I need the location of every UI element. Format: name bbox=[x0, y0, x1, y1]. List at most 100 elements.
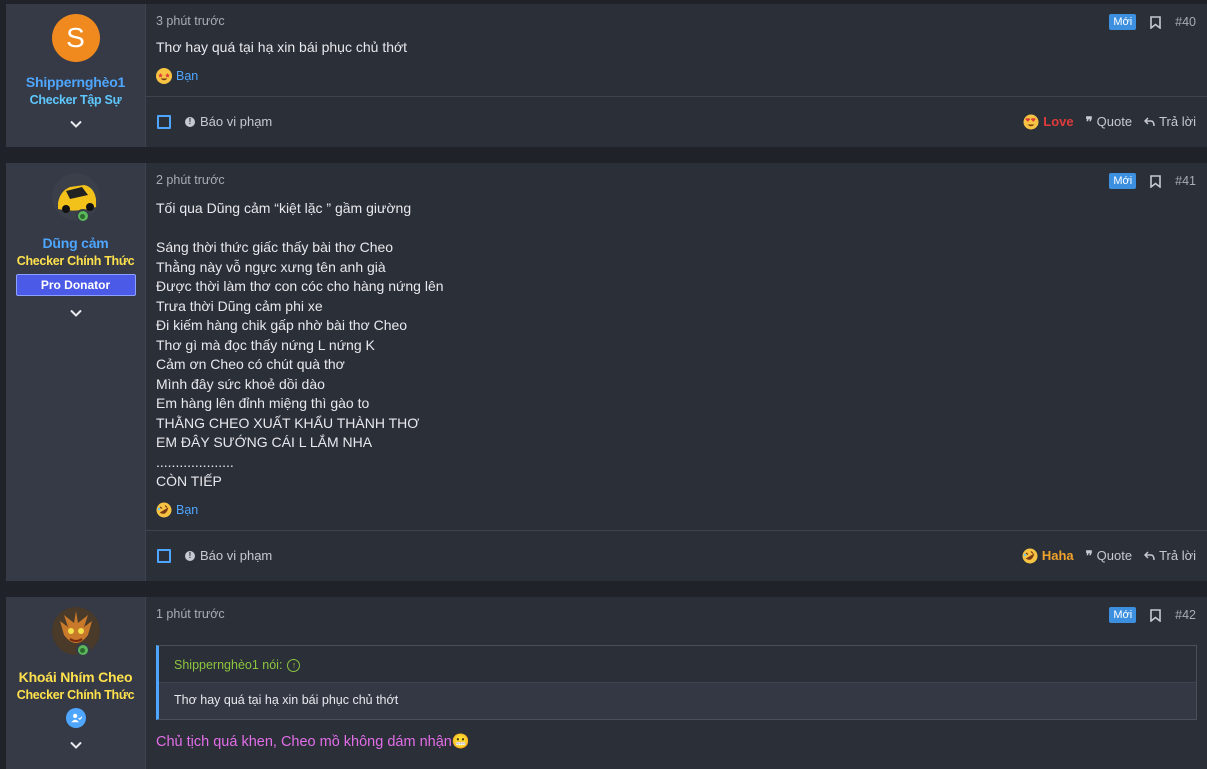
reply-button[interactable]: Trả lời bbox=[1144, 114, 1196, 129]
reply-button[interactable]: Trả lời bbox=[1144, 548, 1196, 563]
post-main: 3 phút trước Mới #40 Thơ hay quá tại hạ … bbox=[146, 4, 1207, 147]
reaction-by[interactable]: Bạn bbox=[176, 503, 198, 517]
body-line: CÒN TIẾP bbox=[156, 473, 222, 489]
user-badge-icon bbox=[65, 708, 86, 728]
avatar-letter: S bbox=[66, 22, 85, 53]
avatar[interactable]: S bbox=[51, 14, 100, 62]
pro-donator-banner: Pro Donator bbox=[15, 274, 136, 296]
post-time[interactable]: 3 phút trước bbox=[156, 14, 225, 28]
avatar[interactable] bbox=[51, 173, 100, 223]
post-footer: ! Báo vi phạm Love ❞ Quote Trả lời bbox=[146, 96, 1207, 146]
select-checkbox[interactable] bbox=[157, 114, 171, 129]
new-badge: Mới bbox=[1109, 14, 1137, 30]
haha-reaction-button[interactable]: Haha bbox=[1022, 548, 1074, 564]
quote-label: Quote bbox=[1096, 114, 1133, 129]
reaction-summary[interactable]: Bạn bbox=[156, 68, 198, 84]
chevron-down-icon[interactable] bbox=[69, 738, 83, 752]
body-line: Cảm ơn Cheo có chút quà thơ bbox=[156, 356, 345, 372]
reply-icon bbox=[1144, 550, 1155, 561]
post-time[interactable]: 2 phút trước bbox=[156, 173, 225, 187]
report-label: Báo vi phạm bbox=[200, 548, 273, 563]
report-link[interactable]: ! Báo vi phạm bbox=[185, 114, 272, 129]
chevron-down-icon[interactable] bbox=[69, 117, 83, 131]
online-status-icon bbox=[75, 643, 90, 657]
post-40: S Shippernghèo1 Checker Tập Sự 3 phút tr… bbox=[6, 4, 1207, 147]
reply-label: Trả lời bbox=[1159, 114, 1196, 129]
love-reaction-button[interactable]: Love bbox=[1023, 114, 1074, 130]
info-icon: ! bbox=[185, 116, 195, 127]
new-badge: Mới bbox=[1109, 173, 1137, 189]
body-line: EM ĐÂY SƯỚNG CÁI L LẮM NHA bbox=[156, 434, 373, 450]
username[interactable]: Dũng cảm bbox=[42, 235, 108, 251]
username[interactable]: Shippernghèo1 bbox=[26, 74, 125, 90]
body-line: Mình đây sức khoẻ dồi dào bbox=[156, 375, 325, 392]
reply-icon bbox=[1144, 116, 1155, 127]
body-line: Em hàng lên đỉnh miệng thì gào to bbox=[156, 395, 370, 411]
select-checkbox[interactable] bbox=[157, 548, 171, 563]
reaction-by[interactable]: Bạn bbox=[176, 69, 198, 83]
user-panel: Khoái Nhím Cheo Checker Chính Thức bbox=[6, 597, 146, 769]
new-badge: Mới bbox=[1109, 607, 1137, 623]
post-meta-right: Mới #40 bbox=[1109, 14, 1196, 30]
quote-content: Thơ hay quá tại hạ xin bái phục chủ thớt bbox=[159, 683, 1196, 719]
online-status-icon bbox=[75, 209, 90, 223]
quote-icon: ❞ bbox=[1085, 113, 1093, 129]
body-line: Tối qua Dũng cảm “kiệt lặc ” gầm giường bbox=[156, 200, 412, 216]
arrow-up-circle-icon[interactable]: ↑ bbox=[287, 658, 301, 672]
quote-author[interactable]: Shippernghèo1 nói: bbox=[174, 658, 282, 672]
chevron-down-icon[interactable] bbox=[69, 306, 83, 320]
avatar[interactable] bbox=[51, 607, 100, 657]
rofl-emoji-icon bbox=[1022, 548, 1038, 564]
quote-icon: ❞ bbox=[1085, 547, 1093, 563]
body-line: Được thời làm thơ con cóc cho hàng nứng … bbox=[156, 278, 444, 294]
post-body: Tối qua Dũng cảm “kiệt lặc ” gầm giường … bbox=[156, 199, 444, 492]
post-actions: Haha ❞ Quote Trả lời bbox=[1022, 548, 1196, 564]
user-title: Checker Chính Thức bbox=[16, 688, 135, 702]
body-line: Trưa thời Dũng cảm phi xe bbox=[156, 297, 323, 314]
bookmark-icon[interactable] bbox=[1150, 174, 1161, 188]
quote-block: Shippernghèo1 nói: ↑ Thơ hay quá tại hạ … bbox=[156, 645, 1197, 720]
body-line: Sáng thời thức giấc thấy bài thơ Cheo bbox=[156, 239, 394, 255]
post-41: Dũng cảm Checker Chính Thức Pro Donator … bbox=[6, 163, 1207, 581]
star-struck-emoji-icon bbox=[156, 68, 172, 84]
info-icon: ! bbox=[185, 550, 195, 561]
post-meta-right: Mới #41 bbox=[1109, 173, 1196, 189]
post-number[interactable]: #42 bbox=[1175, 608, 1196, 622]
heart-eyes-emoji-icon bbox=[1023, 114, 1039, 130]
quote-button[interactable]: ❞ Quote bbox=[1086, 114, 1132, 130]
post-time[interactable]: 1 phút trước bbox=[156, 607, 225, 621]
reply-label: Trả lời bbox=[1159, 548, 1196, 563]
post-number[interactable]: #40 bbox=[1175, 15, 1196, 29]
reaction-label: Love bbox=[1043, 114, 1074, 129]
post-main: 1 phút trước Mới #42 Shippernghèo1 nói: … bbox=[146, 597, 1207, 769]
body-line bbox=[156, 219, 444, 239]
user-title: Checker Chính Thức bbox=[16, 254, 135, 268]
post-main: 2 phút trước Mới #41 Tối qua Dũng cảm “k… bbox=[146, 163, 1207, 581]
body-line: .................... bbox=[156, 453, 234, 470]
quote-button[interactable]: ❞ Quote bbox=[1086, 548, 1132, 564]
user-panel: Dũng cảm Checker Chính Thức Pro Donator bbox=[6, 163, 146, 581]
user-title: Checker Tập Sự bbox=[29, 93, 122, 107]
post-actions: Love ❞ Quote Trả lời bbox=[1023, 114, 1196, 130]
post-body: Chủ tịch quá khen, Cheo mồ không dám nhậ… bbox=[156, 734, 470, 750]
username[interactable]: Khoái Nhím Cheo bbox=[19, 669, 133, 685]
body-line: Thằng này vỗ ngực xưng tên anh già bbox=[156, 258, 386, 275]
bookmark-icon[interactable] bbox=[1150, 608, 1161, 622]
post-number[interactable]: #41 bbox=[1175, 174, 1196, 188]
quote-header[interactable]: Shippernghèo1 nói: ↑ bbox=[159, 646, 1196, 683]
report-link[interactable]: ! Báo vi phạm bbox=[185, 548, 272, 563]
post-42: Khoái Nhím Cheo Checker Chính Thức 1 phú… bbox=[6, 597, 1207, 769]
body-line: Đi kiếm hàng chik gấp nhờ bài thơ Cheo bbox=[156, 317, 408, 333]
user-panel: S Shippernghèo1 Checker Tập Sự bbox=[6, 4, 146, 147]
reaction-label: Haha bbox=[1041, 548, 1074, 563]
reaction-summary[interactable]: Bạn bbox=[156, 502, 198, 518]
bookmark-icon[interactable] bbox=[1150, 15, 1161, 29]
rofl-emoji-icon bbox=[156, 502, 172, 518]
post-body: Thơ hay quá tại hạ xin bái phục chủ thớt bbox=[156, 39, 408, 55]
body-line: Thơ gì mà đọc thấy nứng L nứng K bbox=[156, 336, 375, 353]
report-label: Báo vi phạm bbox=[200, 114, 273, 129]
quote-label: Quote bbox=[1096, 548, 1133, 563]
body-line: THẰNG CHEO XUẤT KHẨU THÀNH THƠ bbox=[156, 414, 420, 431]
post-footer: ! Báo vi phạm Haha ❞ Quote Trả lời bbox=[146, 530, 1207, 580]
post-meta-right: Mới #42 bbox=[1109, 607, 1196, 623]
